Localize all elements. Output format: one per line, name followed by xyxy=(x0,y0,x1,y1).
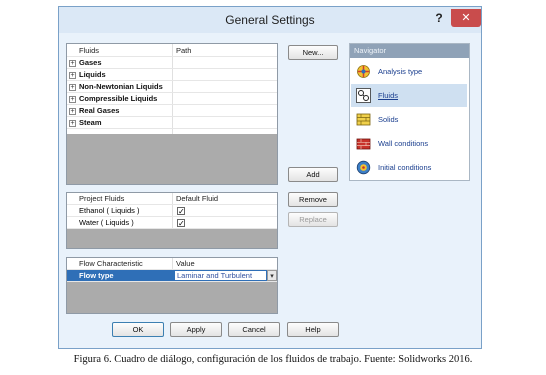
replace-button[interactable]: Replace xyxy=(288,212,338,227)
help-icon[interactable]: ? xyxy=(429,9,449,27)
column-header-project-fluids: Project Fluids xyxy=(79,194,125,203)
column-header-default-fluid: Default Fluid xyxy=(176,194,219,203)
navigator-title: Navigator xyxy=(350,44,469,58)
fluids-table-header: Fluids Path xyxy=(67,45,277,57)
default-fluid-checkbox[interactable]: ✓ xyxy=(177,207,185,216)
navigator-item-label: Initial conditions xyxy=(378,163,432,172)
title-bar: General Settings ? ✕ xyxy=(59,7,481,33)
ok-button[interactable]: OK xyxy=(112,322,164,337)
navigator-item-label: Solids xyxy=(378,115,399,124)
navigator-item-analysis-type[interactable]: Analysis type xyxy=(351,60,467,83)
navigator-panel: Navigator Analysis type Fluids Solids Wa… xyxy=(349,43,470,181)
dialog-title: General Settings xyxy=(225,13,315,27)
figure-caption: Figura 6. Cuadro de diálogo, configuraci… xyxy=(73,354,473,365)
project-fluids-table: Project Fluids Default Fluid Ethanol ( L… xyxy=(66,192,278,249)
navigator-item-wall-conditions[interactable]: Wall conditions xyxy=(351,132,467,155)
navigator-item-label: Wall conditions xyxy=(378,139,429,148)
expand-icon[interactable]: + xyxy=(69,119,76,127)
flow-characteristic-table: Flow Characteristic Value Flow type Lami… xyxy=(66,257,278,314)
fluid-category-row[interactable]: + Compressible Liquids xyxy=(67,93,277,105)
navigator-item-initial-conditions[interactable]: Initial conditions xyxy=(351,156,467,179)
navigator-item-label: Analysis type xyxy=(378,67,423,76)
fluid-category-row[interactable]: + Non-Newtonian Liquids xyxy=(67,81,277,93)
fluid-category-label: Gases xyxy=(79,58,102,67)
fluid-category-label: Liquids xyxy=(79,70,106,79)
wall-conditions-icon xyxy=(356,138,371,150)
expand-icon[interactable]: + xyxy=(69,59,76,67)
flow-type-label: Flow type xyxy=(79,271,114,280)
flow-type-row[interactable]: Flow type Laminar and Turbulent ▾ xyxy=(67,270,277,282)
flow-table-empty-area xyxy=(67,282,277,313)
fluid-category-label: Non-Newtonian Liquids xyxy=(79,82,163,91)
project-fluid-name: Water ( Liquids ) xyxy=(79,218,134,227)
fluids-table-empty-area xyxy=(67,134,277,184)
expand-icon[interactable]: + xyxy=(69,95,76,103)
fluid-category-label: Real Gases xyxy=(79,106,120,115)
analysis-type-icon xyxy=(357,65,370,78)
fluids-icon xyxy=(356,88,371,103)
close-button[interactable]: ✕ xyxy=(451,9,481,27)
navigator-item-fluids[interactable]: Fluids xyxy=(351,84,467,107)
expand-icon[interactable]: + xyxy=(69,107,76,115)
navigator-item-label: Fluids xyxy=(378,91,399,100)
project-fluid-row[interactable]: Ethanol ( Liquids ) ✓ xyxy=(67,205,277,217)
flow-characteristic-header: Flow Characteristic Value xyxy=(67,258,277,270)
general-settings-dialog: General Settings ? ✕ Fluids Path + Gases … xyxy=(58,6,482,349)
project-fluid-row[interactable]: Water ( Liquids ) ✓ xyxy=(67,217,277,229)
project-fluid-name: Ethanol ( Liquids ) xyxy=(79,206,140,215)
column-header-flow-characteristic: Flow Characteristic xyxy=(79,259,143,268)
fluids-table: Fluids Path + Gases + Liquids + Non-Newtoni… xyxy=(66,43,278,185)
cancel-button[interactable]: Cancel xyxy=(228,322,280,337)
expand-icon[interactable]: + xyxy=(69,83,76,91)
flow-type-select[interactable]: Laminar and Turbulent xyxy=(174,270,267,281)
column-header-value: Value xyxy=(176,259,195,268)
expand-icon[interactable]: + xyxy=(69,71,76,79)
column-header-fluids: Fluids xyxy=(79,46,100,55)
fluid-category-row[interactable]: + Steam xyxy=(67,117,277,129)
default-fluid-checkbox[interactable]: ✓ xyxy=(177,219,185,228)
project-fluids-empty-area xyxy=(67,229,277,248)
solids-icon xyxy=(356,113,371,126)
new-button[interactable]: New... xyxy=(288,45,338,60)
column-header-path: Path xyxy=(176,46,192,55)
initial-conditions-icon xyxy=(356,160,371,175)
fluid-category-label: Compressible Liquids xyxy=(79,94,158,103)
flow-type-value: Laminar and Turbulent xyxy=(177,271,253,280)
add-button[interactable]: Add xyxy=(288,167,338,182)
apply-button[interactable]: Apply xyxy=(170,322,222,337)
project-fluids-header: Project Fluids Default Fluid xyxy=(67,193,277,205)
navigator-item-solids[interactable]: Solids xyxy=(351,108,467,131)
help-button[interactable]: Help xyxy=(287,322,339,337)
fluid-category-row[interactable]: + Gases xyxy=(67,57,277,69)
chevron-down-icon[interactable]: ▾ xyxy=(267,270,277,281)
remove-button[interactable]: Remove xyxy=(288,192,338,207)
fluid-category-row[interactable]: + Real Gases xyxy=(67,105,277,117)
fluid-category-row[interactable]: + Liquids xyxy=(67,69,277,81)
fluid-category-label: Steam xyxy=(79,118,102,127)
